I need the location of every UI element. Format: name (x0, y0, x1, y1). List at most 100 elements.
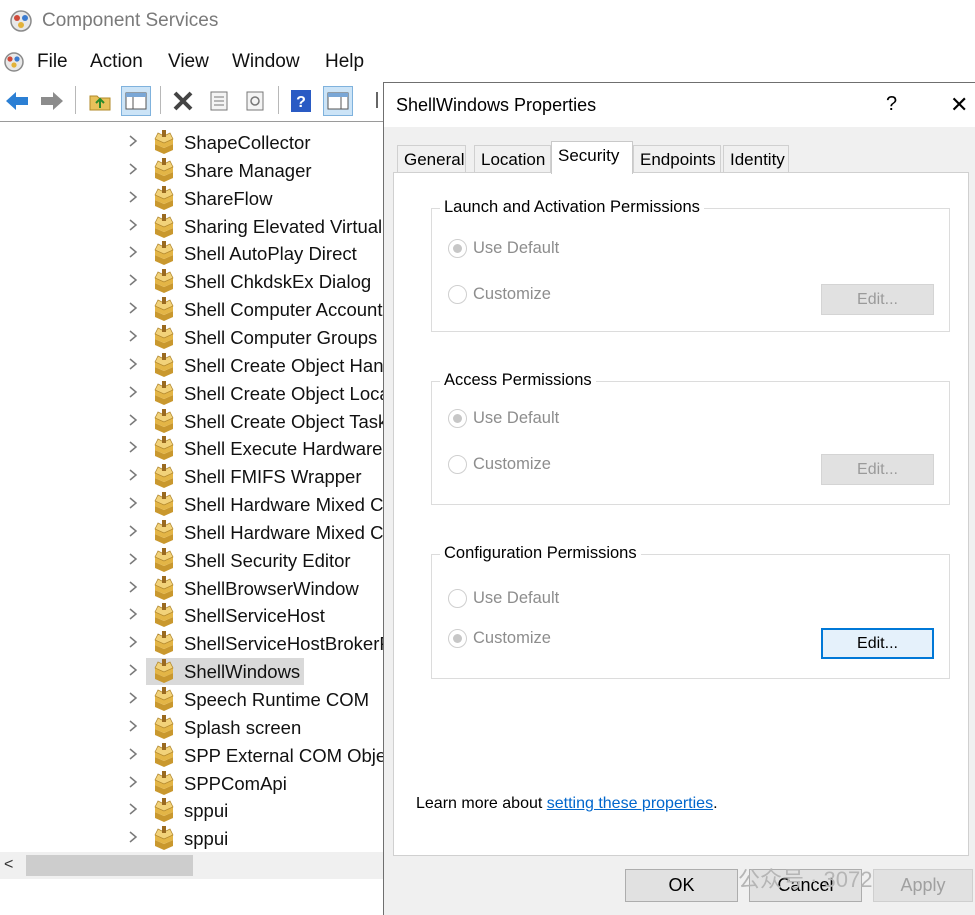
scroll-left-arrow[interactable]: < (4, 856, 13, 874)
tree-item-label: Shell ChkdskEx Dialog (184, 271, 372, 293)
chevron-right-icon[interactable] (126, 162, 140, 176)
tree-item[interactable]: ShapeCollector (0, 128, 383, 156)
chevron-right-icon[interactable] (126, 747, 140, 761)
tree-item[interactable]: Shell Create Object Hand (0, 351, 383, 379)
tab-general[interactable]: General (397, 145, 466, 172)
chevron-right-icon[interactable] (126, 190, 140, 204)
tree-item[interactable]: Shell FMIFS Wrapper (0, 462, 383, 490)
dialog-help-button[interactable]: ? (886, 93, 897, 116)
forward-arrow-icon[interactable] (37, 86, 67, 116)
chevron-right-icon[interactable] (126, 357, 140, 371)
tab-identity[interactable]: Identity (723, 145, 789, 172)
tree-item[interactable]: ShellServiceHost (0, 601, 383, 629)
menu-window[interactable]: Window (232, 51, 300, 73)
tree-item[interactable]: ShellServiceHostBrokerP (0, 629, 383, 657)
config-edit-button[interactable]: Edit... (821, 628, 934, 659)
config-use-default-radio[interactable] (448, 589, 467, 608)
show-hide-tree-icon[interactable] (121, 86, 151, 116)
config-customize-radio[interactable] (448, 629, 467, 648)
com-component-icon (154, 213, 174, 238)
up-folder-icon[interactable] (85, 86, 115, 116)
tab-endpoints[interactable]: Endpoints (633, 145, 721, 172)
properties-icon[interactable] (204, 86, 234, 116)
tree-item[interactable]: Splash screen (0, 713, 383, 741)
tree-item[interactable]: SPPComApi (0, 769, 383, 797)
tree-item[interactable]: ShellBrowserWindow (0, 574, 383, 602)
access-use-default-radio[interactable] (448, 409, 467, 428)
access-use-default-label: Use Default (473, 409, 560, 427)
chevron-right-icon[interactable] (126, 524, 140, 538)
tree-item[interactable]: Shell Hardware Mixed Co (0, 490, 383, 518)
apply-button[interactable]: Apply (873, 869, 973, 902)
chevron-right-icon[interactable] (126, 719, 140, 733)
menu-view[interactable]: View (168, 51, 209, 73)
delete-icon[interactable] (168, 86, 198, 116)
chevron-right-icon[interactable] (126, 273, 140, 287)
tree-item[interactable]: Shell Hardware Mixed Co (0, 518, 383, 546)
launch-edit-button[interactable]: Edit... (821, 284, 934, 315)
tree-view[interactable]: ShapeCollector Share Manager ShareFlow Shar… (0, 128, 383, 854)
dialog-close-button[interactable]: ✕ (950, 92, 968, 118)
chevron-right-icon[interactable] (126, 301, 140, 315)
tree-item[interactable]: Shell Create Object Loca (0, 379, 383, 407)
tree-item[interactable]: Sharing Elevated Virtual I (0, 212, 383, 240)
ok-button[interactable]: OK (625, 869, 738, 902)
chevron-right-icon[interactable] (126, 552, 140, 566)
chevron-right-icon[interactable] (126, 691, 140, 705)
tree-item[interactable]: Shell ChkdskEx Dialog (0, 267, 383, 295)
tree-item[interactable]: Shell Security Editor (0, 546, 383, 574)
chevron-right-icon[interactable] (126, 830, 140, 844)
access-customize-radio[interactable] (448, 455, 467, 474)
chevron-right-icon[interactable] (126, 385, 140, 399)
chevron-right-icon[interactable] (126, 134, 140, 148)
tree-item[interactable]: sppui (0, 796, 383, 824)
system-menu-icon[interactable] (2, 50, 26, 74)
menu-help[interactable]: Help (325, 51, 364, 73)
tree-item[interactable]: sppui (0, 824, 383, 852)
tree-item[interactable]: SPP External COM Objec (0, 741, 383, 769)
tab-security[interactable]: Security (551, 141, 633, 174)
tree-item[interactable]: Share Manager (0, 156, 383, 184)
chevron-right-icon[interactable] (126, 496, 140, 510)
chevron-right-icon[interactable] (126, 635, 140, 649)
chevron-right-icon[interactable] (126, 413, 140, 427)
tree-item[interactable]: Shell Execute Hardware E (0, 434, 383, 462)
tree-item-label: Shell Create Object Loca (184, 382, 383, 404)
chevron-right-icon[interactable] (126, 245, 140, 259)
tree-item[interactable]: Shell Computer Account (0, 295, 383, 323)
tree-item-label: Shell Computer Account (184, 299, 383, 321)
chevron-right-icon[interactable] (126, 802, 140, 816)
show-hide-action-pane-icon[interactable] (323, 86, 353, 116)
tree-item[interactable]: Speech Runtime COM (0, 685, 383, 713)
menu-file[interactable]: File (37, 51, 68, 73)
tree-item-label: sppui (184, 800, 229, 822)
access-edit-button[interactable]: Edit... (821, 454, 934, 485)
chevron-right-icon[interactable] (126, 218, 140, 232)
chevron-right-icon[interactable] (126, 468, 140, 482)
chevron-right-icon[interactable] (126, 580, 140, 594)
chevron-right-icon[interactable] (126, 663, 140, 677)
tab-location[interactable]: Location (474, 145, 551, 172)
help-icon[interactable]: ? (286, 86, 316, 116)
launch-use-default-radio[interactable] (448, 239, 467, 258)
com-component-icon (154, 324, 174, 349)
refresh-icon[interactable] (240, 86, 270, 116)
chevron-right-icon[interactable] (126, 775, 140, 789)
tree-item[interactable]: ShellWindows (0, 657, 383, 686)
tree-item[interactable]: Shell Create Object Task (0, 407, 383, 435)
menu-action[interactable]: Action (90, 51, 143, 73)
tree-item[interactable]: Shell Computer Groups (0, 323, 383, 351)
chevron-right-icon[interactable] (126, 607, 140, 621)
tree-item[interactable]: ShareFlow (0, 184, 383, 212)
back-arrow-icon[interactable] (2, 86, 32, 116)
tree-item-label: Shell Hardware Mixed Co (184, 521, 383, 543)
tree-item[interactable]: Shell AutoPlay Direct (0, 239, 383, 267)
com-component-icon (154, 603, 174, 628)
launch-customize-radio[interactable] (448, 285, 467, 304)
tree-item-label: Shell Create Object Task (184, 410, 383, 432)
com-component-icon (154, 436, 174, 461)
learn-more-link[interactable]: setting these properties (547, 795, 713, 812)
chevron-right-icon[interactable] (126, 329, 140, 343)
scrollbar-thumb[interactable] (26, 855, 193, 876)
chevron-right-icon[interactable] (126, 440, 140, 454)
